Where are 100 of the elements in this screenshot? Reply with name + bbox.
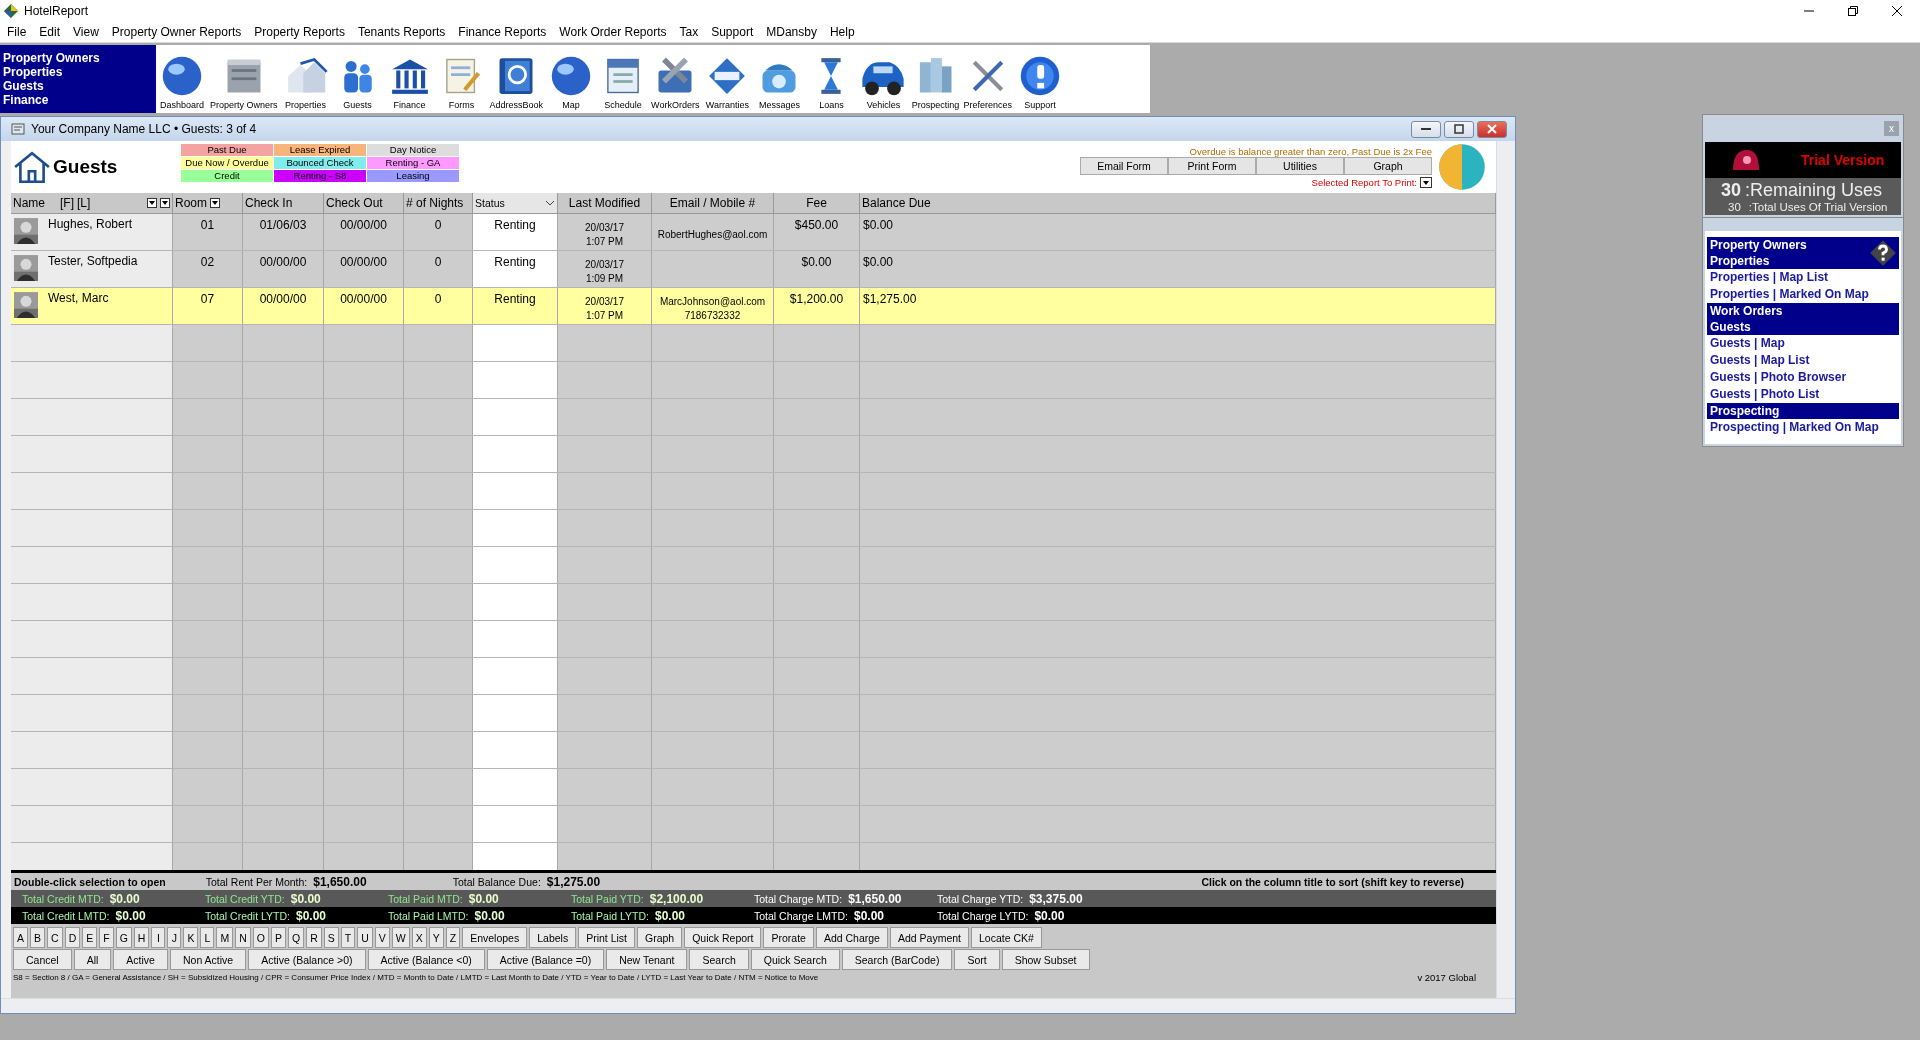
menu-item[interactable]: Work Order Reports: [559, 25, 667, 39]
letter-button[interactable]: P: [270, 927, 286, 948]
dropdown-icon[interactable]: [160, 198, 170, 208]
quick-link[interactable]: Property Owners: [3, 51, 156, 65]
menu-item[interactable]: Property Owner Reports: [111, 25, 242, 39]
scrollbar[interactable]: [1, 998, 1515, 1013]
command-button[interactable]: Quick Report: [684, 927, 762, 948]
column-header[interactable]: Check Out: [326, 196, 383, 210]
column-header[interactable]: Last Modified: [568, 196, 641, 210]
command-button[interactable]: Labels: [529, 927, 577, 948]
guest-row[interactable]: Hughes, Robert 01 01/06/03 00/00/00 0 Renting 20/03/17 1:07 PM RobertHughes@aol.com $450.00 $0.00: [11, 214, 1496, 251]
minimize-button[interactable]: [1411, 120, 1441, 138]
quick-link[interactable]: Guests: [3, 79, 156, 93]
action-button[interactable]: Utilities: [1256, 157, 1344, 175]
command-button[interactable]: Prorate: [763, 927, 814, 948]
close-icon[interactable]: [1892, 6, 1902, 16]
filter-button[interactable]: Quick Search: [750, 949, 840, 970]
letter-button[interactable]: B: [30, 927, 46, 948]
menu-item[interactable]: MDansby: [766, 25, 817, 39]
nav-link[interactable]: Guests | Map List: [1707, 352, 1899, 369]
letter-button[interactable]: W: [391, 927, 410, 948]
command-button[interactable]: Envelopes: [462, 927, 528, 948]
column-header[interactable]: Fee: [806, 196, 827, 210]
action-button[interactable]: Print Form: [1168, 157, 1256, 175]
menu-item[interactable]: Edit: [39, 25, 61, 39]
dropdown-button[interactable]: [1420, 177, 1432, 188]
filter-button[interactable]: Search (BarCode): [841, 949, 953, 970]
column-header[interactable]: Check In: [245, 196, 293, 210]
command-button[interactable]: Add Charge: [815, 927, 888, 948]
command-button[interactable]: Print List: [578, 927, 635, 948]
letter-button[interactable]: V: [374, 927, 390, 948]
column-header[interactable]: Room: [175, 196, 207, 210]
letter-button[interactable]: O: [252, 927, 269, 948]
nav-link[interactable]: Properties | Marked On Map: [1707, 286, 1899, 303]
command-button[interactable]: Graph: [637, 927, 683, 948]
filter-button[interactable]: Active (Balance >0): [248, 949, 366, 970]
nav-header[interactable]: Properties: [1710, 253, 1807, 269]
restore-icon[interactable]: [1848, 6, 1858, 16]
menu-item[interactable]: Tax: [679, 25, 699, 39]
menu-item[interactable]: Help: [829, 25, 855, 39]
letter-button[interactable]: Z: [445, 927, 461, 948]
menu-item[interactable]: Support: [711, 25, 754, 39]
filter-button[interactable]: Sort: [954, 949, 1000, 970]
guest-row[interactable]: West, Marc 07 00/00/00 00/00/00 0 Renting 20/03/17 1:07 PM MarcJohnson@aol.com 7186732332 $1,200.00 $1,275.00: [11, 288, 1496, 325]
filter-button[interactable]: Non Active: [169, 949, 247, 970]
nav-link[interactable]: Guests | Map: [1707, 335, 1899, 352]
maximize-button[interactable]: [1444, 120, 1474, 138]
command-button[interactable]: Locate CK#: [971, 927, 1042, 948]
letter-button[interactable]: X: [411, 927, 427, 948]
last-name-toggle[interactable]: [L]: [77, 196, 91, 210]
letter-button[interactable]: S: [323, 927, 339, 948]
nav-header[interactable]: Work Orders: [1710, 303, 1783, 319]
letter-button[interactable]: H: [133, 927, 150, 948]
filter-button[interactable]: Search: [689, 949, 749, 970]
letter-button[interactable]: K: [183, 927, 199, 948]
filter-button[interactable]: New Tenant: [606, 949, 688, 970]
close-button[interactable]: [1477, 120, 1507, 138]
letter-button[interactable]: E: [82, 927, 98, 948]
letter-button[interactable]: U: [357, 927, 373, 948]
first-name-toggle[interactable]: [F]: [60, 196, 74, 210]
command-button[interactable]: Add Payment: [889, 927, 969, 948]
letter-button[interactable]: J: [167, 927, 182, 948]
menu-item[interactable]: Tenants Reports: [357, 25, 446, 39]
nav-link[interactable]: Properties | Map List: [1707, 269, 1899, 286]
action-button[interactable]: Email Form: [1080, 157, 1168, 175]
nav-link[interactable]: Guests | Photo Browser: [1707, 369, 1899, 386]
nav-link[interactable]: Guests | Photo List: [1707, 386, 1899, 403]
column-header[interactable]: Balance Due: [862, 196, 931, 210]
dropdown-icon[interactable]: [210, 198, 220, 208]
filter-button[interactable]: Cancel: [13, 949, 72, 970]
filter-button[interactable]: Show Subset: [1001, 949, 1090, 970]
letter-button[interactable]: F: [99, 927, 114, 948]
column-header[interactable]: Email / Mobile #: [669, 196, 756, 210]
letter-button[interactable]: Q: [287, 927, 305, 948]
dropdown-icon[interactable]: [147, 198, 157, 208]
status-filter[interactable]: Status: [473, 193, 558, 213]
scrollbar[interactable]: [1496, 141, 1515, 998]
quick-link[interactable]: Finance: [3, 93, 156, 107]
filter-button[interactable]: All: [73, 949, 112, 970]
letter-button[interactable]: R: [306, 927, 322, 948]
menu-item[interactable]: Finance Reports: [458, 25, 547, 39]
letter-button[interactable]: D: [64, 927, 81, 948]
column-header[interactable]: Name: [13, 196, 45, 210]
filter-button[interactable]: Active: [113, 949, 168, 970]
nav-link[interactable]: Prospecting | Marked On Map: [1707, 419, 1899, 436]
letter-button[interactable]: M: [216, 927, 234, 948]
filter-button[interactable]: Active (Balance <0): [367, 949, 485, 970]
menu-item[interactable]: View: [73, 25, 99, 39]
filter-button[interactable]: Active (Balance =0): [486, 949, 605, 970]
menu-item[interactable]: Property Reports: [254, 25, 345, 39]
letter-button[interactable]: I: [151, 927, 166, 948]
nav-header[interactable]: Guests: [1710, 319, 1783, 335]
letter-button[interactable]: L: [200, 927, 215, 948]
letter-button[interactable]: T: [340, 927, 356, 948]
column-header[interactable]: # of Nights: [406, 196, 464, 210]
letter-button[interactable]: G: [115, 927, 132, 948]
letter-button[interactable]: Y: [428, 927, 444, 948]
guest-row[interactable]: Tester, Softpedia 02 00/00/00 00/00/00 0 Renting 20/03/17 1:09 PM $0.00 $0.00: [11, 251, 1496, 288]
menu-item[interactable]: File: [7, 25, 27, 39]
letter-button[interactable]: A: [13, 927, 28, 948]
